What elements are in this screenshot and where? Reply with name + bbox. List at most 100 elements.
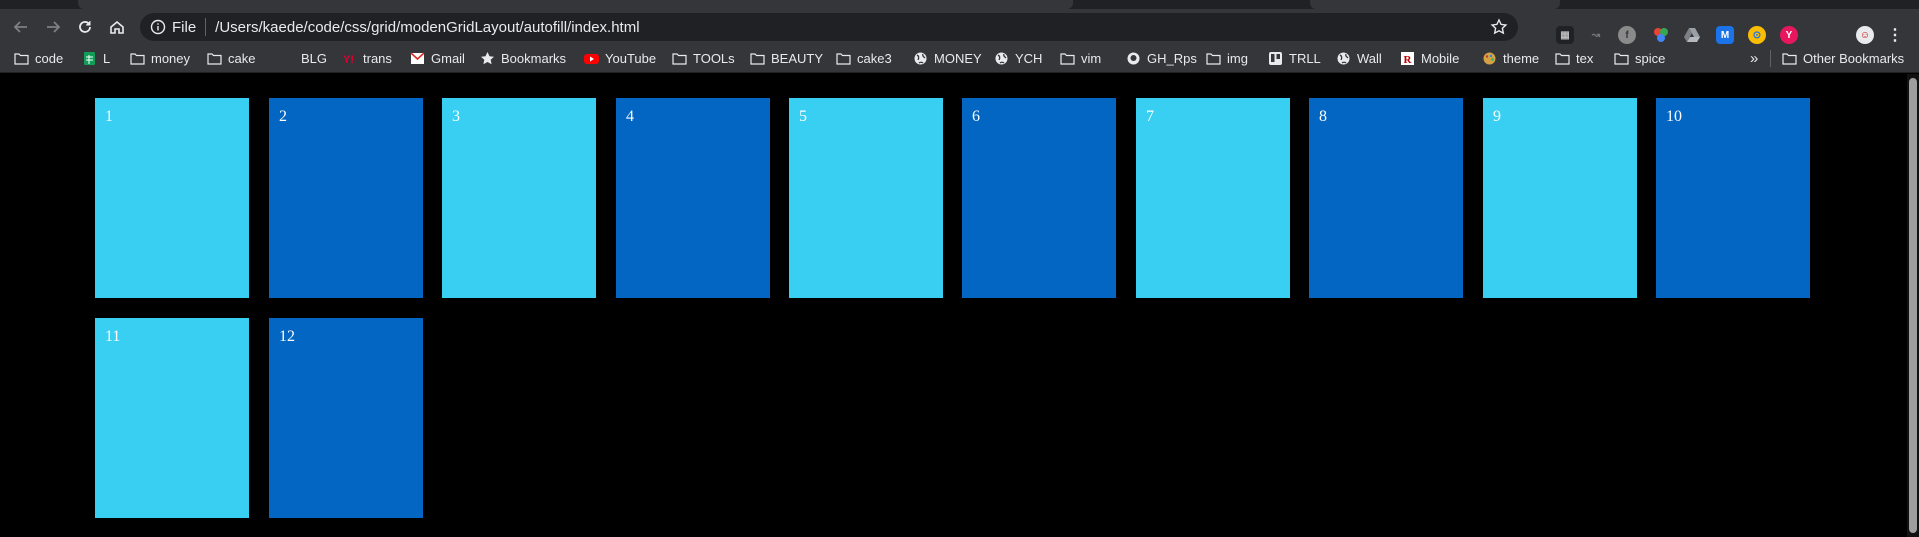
tab-strip (0, 0, 1919, 9)
bookmark-label: cake (228, 51, 256, 66)
bookmark-star-icon[interactable] (1490, 18, 1508, 36)
bookmark-label: BLG (301, 51, 328, 66)
url-text[interactable]: /Users/kaede/code/css/grid/modenGridLayo… (215, 19, 639, 36)
bookmark-item[interactable]: TOOLs (672, 44, 735, 73)
chevron-double-right-icon: » (1750, 50, 1759, 67)
bookmark-item[interactable]: L (82, 44, 110, 73)
profile-avatar[interactable]: ☺ (1856, 26, 1874, 44)
other-bookmarks-button[interactable]: Other Bookmarks (1782, 44, 1904, 73)
tab-active[interactable] (78, 0, 1073, 9)
grid-item: 11 (95, 318, 249, 518)
bookmark-label: YCH (1015, 51, 1043, 66)
grid-item: 8 (1309, 98, 1463, 298)
bookmark-item[interactable]: MONEY (913, 44, 982, 73)
github-icon (1126, 52, 1141, 65)
extension-feedly-icon[interactable]: f (1618, 26, 1636, 44)
bookmark-item[interactable]: cake3 (836, 44, 892, 73)
extension-y-icon[interactable]: Y (1780, 26, 1798, 44)
bookmark-label: YouTube (605, 51, 657, 66)
grid-item-number: 9 (1493, 108, 1501, 125)
bookmark-label: tex (1576, 51, 1594, 66)
grid-item: 5 (789, 98, 943, 298)
grid-item: 9 (1483, 98, 1637, 298)
folder-icon (672, 52, 687, 65)
bookmark-item[interactable]: Gmail (410, 44, 465, 73)
bookmark-label: Wall (1357, 51, 1382, 66)
home-button[interactable] (102, 12, 132, 42)
tab[interactable] (1310, 0, 1560, 9)
omnibox-divider (205, 18, 207, 36)
grid-item-number: 11 (105, 328, 121, 345)
bookmark-label: spice (1635, 51, 1666, 66)
grid-item: 3 (442, 98, 596, 298)
extension-chrome-icon[interactable]: ⊙ (1748, 26, 1766, 44)
reload-button[interactable] (70, 12, 100, 42)
bookmark-label: TOOLs (693, 51, 735, 66)
vertical-scrollbar[interactable] (1907, 74, 1919, 537)
bookmark-item[interactable]: YCH (994, 44, 1042, 73)
bookmark-item[interactable]: TRLL (1268, 44, 1321, 73)
reload-icon (79, 20, 91, 33)
globe-icon (1336, 52, 1351, 65)
bookmark-item[interactable]: Wall (1336, 44, 1382, 73)
folder-icon (1206, 52, 1221, 65)
bookmark-item[interactable]: BEAUTY (750, 44, 823, 73)
palette-icon (1482, 52, 1497, 65)
star-icon (480, 52, 495, 65)
bookmark-item[interactable]: GH_Rps (1126, 44, 1197, 73)
menu-kebab-icon[interactable]: ⋮ (1886, 26, 1904, 44)
grid-item: 1 (95, 98, 249, 298)
browser-toolbar: File /Users/kaede/code/css/grid/modenGri… (0, 9, 1919, 44)
bookmark-item[interactable]: YouTube (584, 44, 656, 73)
bookmark-item[interactable]: cake (207, 44, 255, 73)
scrollbar-thumb[interactable] (1909, 78, 1917, 533)
extension-qr-icon[interactable]: ▦ (1556, 26, 1574, 44)
bookmarks-overflow-button[interactable]: » (1750, 44, 1758, 73)
grid-item-number: 10 (1666, 108, 1682, 125)
grid-item: 6 (962, 98, 1116, 298)
bookmark-label: TRLL (1289, 51, 1321, 66)
folder-icon (1060, 52, 1075, 65)
grid-item-number: 1 (105, 108, 113, 125)
gmail-icon (410, 52, 425, 65)
extension-colorpicker-icon[interactable] (1652, 26, 1670, 44)
bookmark-item[interactable]: code (14, 44, 63, 73)
grid-item-number: 4 (626, 108, 634, 125)
bookmark-label: trans (363, 51, 392, 66)
grid-item-number: 7 (1146, 108, 1154, 125)
bookmark-item[interactable]: vim (1060, 44, 1101, 73)
extension-translate-icon[interactable]: ↝ (1587, 26, 1605, 44)
info-icon[interactable] (150, 19, 166, 35)
bookmark-item[interactable]: spice (1614, 44, 1665, 73)
grid-item-number: 5 (799, 108, 807, 125)
bookmark-item[interactable]: tex (1555, 44, 1593, 73)
bookmark-item[interactable]: img (1206, 44, 1248, 73)
folder-icon (750, 52, 765, 65)
yahoo-icon: Y! (342, 52, 357, 65)
grid-item-number: 8 (1319, 108, 1327, 125)
back-button[interactable] (6, 12, 36, 42)
bookmark-item[interactable]: R Mobile (1400, 44, 1459, 73)
bookmark-item[interactable]: money (130, 44, 190, 73)
grid-item: 10 (1656, 98, 1810, 298)
extension-m-icon[interactable]: M (1716, 26, 1734, 44)
bookmark-label: cake3 (857, 51, 892, 66)
forward-button[interactable] (38, 12, 68, 42)
grid-item-number: 3 (452, 108, 460, 125)
bookmark-item[interactable]: BLG (280, 44, 327, 73)
folder-icon (1614, 52, 1629, 65)
address-bar[interactable]: File /Users/kaede/code/css/grid/modenGri… (140, 13, 1518, 41)
bookmark-item[interactable]: Y! trans (342, 44, 392, 73)
grid-item: 2 (269, 98, 423, 298)
folder-icon (1555, 52, 1570, 65)
folder-icon (130, 52, 145, 65)
folder-icon (207, 52, 222, 65)
bookmark-item[interactable]: theme (1482, 44, 1539, 73)
grid-item: 12 (269, 318, 423, 518)
extension-drive-icon[interactable] (1683, 26, 1701, 44)
globe-icon (994, 52, 1009, 65)
page-content: 1 2 3 4 5 6 7 8 9 10 11 12 (0, 74, 1919, 537)
forward-arrow-icon (47, 20, 61, 33)
bookmark-label: money (151, 51, 191, 66)
bookmark-item[interactable]: Bookmarks (480, 44, 566, 73)
